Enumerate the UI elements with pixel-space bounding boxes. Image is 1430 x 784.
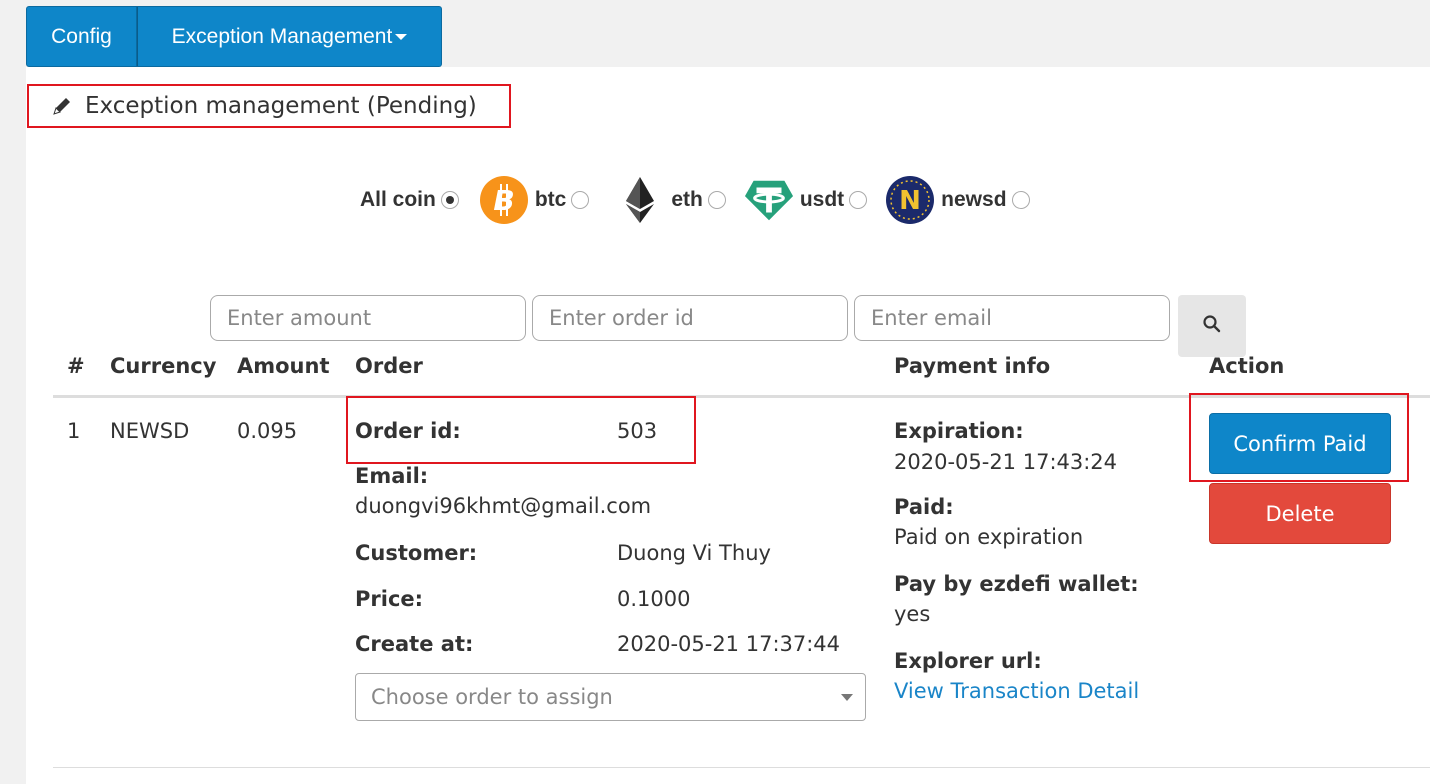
paid-label: Paid: [894,495,954,519]
view-transaction-link[interactable]: View Transaction Detail [894,679,1139,703]
delete-button[interactable]: Delete [1209,483,1391,544]
page-title: Exception management (Pending) [85,93,477,119]
row-divider [53,767,1430,768]
wallet-label: Pay by ezdefi wallet: [894,572,1139,596]
newsd-icon: N [885,175,935,225]
coin-option-newsd[interactable]: N newsd [885,175,1030,225]
caret-down-icon [395,33,408,40]
expiration-value: 2020-05-21 17:43:24 [894,450,1118,474]
ethereum-icon [615,175,665,225]
exception-management-label: Exception Management [171,24,393,48]
wallet-value: yes [894,602,931,626]
coin-option-all[interactable]: All coin [360,188,459,212]
top-nav: Config Exception Management [26,6,442,67]
coin-filter: All coin B btc eth usdt N newsd [360,174,1030,226]
search-button[interactable] [1178,295,1246,357]
row-currency: NEWSD [110,419,190,443]
customer-value: Duong Vi Thuy [617,541,771,565]
main-panel: Exception management (Pending) All coin … [26,67,1430,784]
order-id-label: Order id: [355,419,461,443]
coin-label-newsd: newsd [941,188,1007,211]
confirm-paid-button[interactable]: Confirm Paid [1209,413,1391,474]
order-id-input[interactable] [532,295,848,341]
price-label: Price: [355,587,424,611]
radio-eth[interactable] [707,191,726,209]
tether-icon [744,175,794,225]
assign-order-placeholder: Choose order to assign [371,685,613,709]
coin-label-usdt: usdt [799,188,845,211]
paid-value: Paid on expiration [894,525,1084,549]
pencil-icon [51,95,73,117]
price-value: 0.1000 [617,587,691,611]
coin-option-eth[interactable]: eth [615,175,726,225]
order-id-value: 503 [617,419,658,443]
coin-label-all: All coin [360,188,436,211]
header-payment-info: Payment info [894,354,1051,378]
coin-option-usdt[interactable]: usdt [744,175,868,225]
coin-option-btc[interactable]: B btc [479,175,590,225]
expiration-label: Expiration: [894,419,1024,443]
exception-management-tab[interactable]: Exception Management [137,6,442,67]
header-action: Action [1209,354,1285,378]
coin-label-btc: btc [534,188,567,211]
row-amount: 0.095 [237,419,298,443]
coin-label-eth: eth [671,188,703,211]
radio-all[interactable] [440,191,459,209]
page-heading: Exception management (Pending) [27,84,511,128]
create-at-label: Create at: [355,632,474,656]
email-label: Email: [355,464,429,488]
email-input[interactable] [854,295,1170,341]
row-index: 1 [67,419,81,443]
search-icon [1202,314,1222,339]
svg-text:N: N [899,186,921,216]
search-row [210,279,1246,357]
chevron-down-icon [841,694,853,701]
create-at-value: 2020-05-21 17:37:44 [617,632,841,656]
radio-newsd[interactable] [1011,191,1030,209]
customer-label: Customer: [355,541,478,565]
bitcoin-icon: B [479,175,529,225]
svg-text:B: B [493,184,514,217]
explorer-label: Explorer url: [894,649,1042,673]
amount-input[interactable] [210,295,526,341]
email-value: duongvi96khmt@gmail.com [355,494,652,518]
assign-order-select[interactable]: Choose order to assign [355,673,866,721]
config-tab[interactable]: Config [26,6,137,67]
header-order: Order [355,354,423,378]
header-index: # [67,354,85,378]
header-currency: Currency [110,354,217,378]
radio-usdt[interactable] [849,191,868,209]
header-amount: Amount [237,354,330,378]
radio-btc[interactable] [571,191,590,209]
